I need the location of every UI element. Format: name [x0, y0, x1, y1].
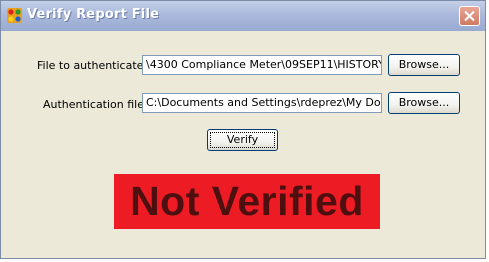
- authentication-file-field[interactable]: C:\Documents and Settings\rdeprez\My Doc…: [142, 93, 382, 113]
- app-icon: [7, 8, 22, 23]
- authentication-file-label: Authentication file: [43, 98, 144, 111]
- title-bar[interactable]: Verify Report File: [1, 1, 485, 31]
- file-to-authenticate-field[interactable]: \4300 Compliance Meter\09SEP11\HISTORY.t…: [142, 55, 382, 75]
- close-icon: [464, 11, 475, 21]
- close-button[interactable]: [459, 6, 480, 26]
- verify-button[interactable]: Verify: [207, 129, 278, 151]
- dialog-body: File to authenticate \4300 Compliance Me…: [6, 31, 480, 253]
- window-title: Verify Report File: [27, 7, 160, 22]
- browse-file-button[interactable]: Browse...: [388, 54, 460, 76]
- browse-auth-button[interactable]: Browse...: [388, 92, 460, 114]
- verification-status-banner: Not Verified: [114, 174, 380, 229]
- file-to-authenticate-label: File to authenticate: [37, 59, 144, 72]
- verify-report-dialog: Verify Report File File to authenticate …: [0, 0, 486, 259]
